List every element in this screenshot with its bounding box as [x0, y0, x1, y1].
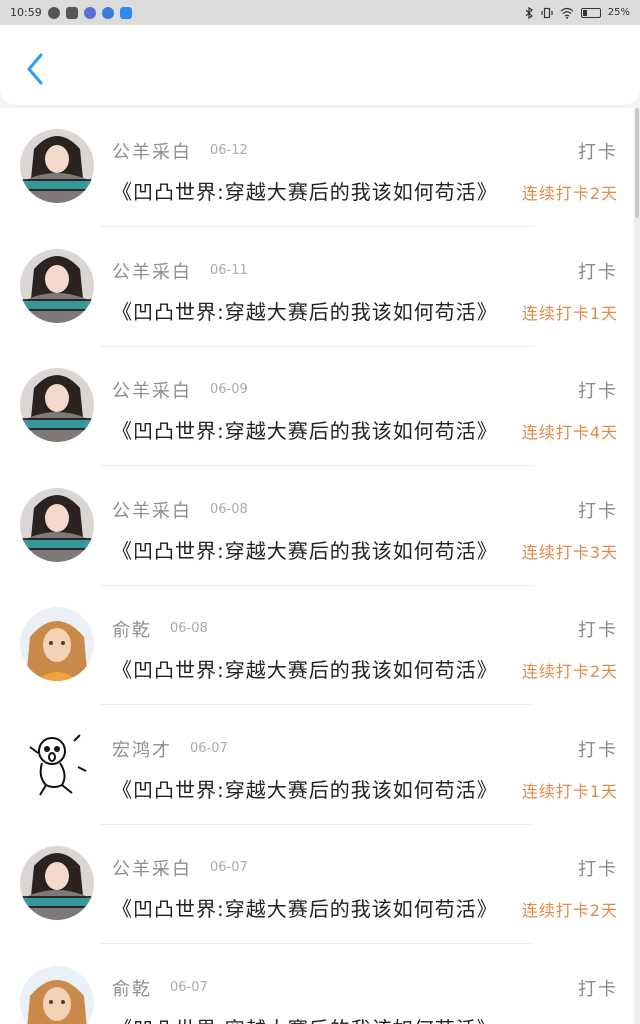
scrollbar[interactable]: [634, 108, 640, 1024]
status-right: 25%: [525, 6, 630, 19]
header: [0, 25, 640, 105]
app-notification-icon: [101, 6, 114, 19]
checkin-row[interactable]: 公羊采白 06-08 打卡《凹凸世界:穿越大赛后的我该如何苟活》 连续打卡3天: [0, 467, 634, 586]
status-time: 10:59: [10, 6, 42, 19]
user-name[interactable]: 公羊采白: [112, 497, 192, 523]
streak-badge: 连续打卡3天: [521, 542, 618, 562]
checkin-action-label: 打卡: [578, 978, 618, 1000]
user-avatar[interactable]: [20, 965, 94, 1024]
checkin-action-label: 打卡: [578, 620, 618, 641]
chevron-left-icon: [27, 53, 43, 85]
user-avatar[interactable]: [20, 129, 94, 203]
checkin-date: 06-11: [210, 262, 248, 278]
back-button[interactable]: [20, 51, 50, 87]
bluetooth-icon: [525, 6, 533, 19]
checkin-row[interactable]: 公羊采白 06-07 打卡《凹凸世界:穿越大赛后的我该如何苟活》 连续打卡2天: [0, 825, 634, 944]
checkin-row[interactable]: 公羊采白 06-09 打卡《凹凸世界:穿越大赛后的我该如何苟活》 连续打卡4天: [0, 347, 634, 466]
message-icon: [65, 6, 78, 19]
streak-badge: 连续打卡2天: [521, 901, 618, 920]
battery-percent: 25%: [607, 7, 630, 18]
book-title[interactable]: 《凹凸世界:穿越大赛后的我该如何苟活》: [112, 654, 512, 683]
checkin-row[interactable]: 公羊采白 06-11 打卡《凹凸世界:穿越大赛后的我该如何苟活》 连续打卡1天: [0, 228, 634, 347]
user-avatar[interactable]: [20, 607, 94, 681]
checkin-date: 06-08: [210, 501, 248, 517]
book-title[interactable]: 《凹凸世界:穿越大赛后的我该如何苟活》: [112, 1013, 512, 1024]
vibrate-icon: [541, 7, 553, 18]
checkin-action-label: 打卡: [578, 739, 618, 761]
wechat-icon: [47, 6, 60, 19]
user-name[interactable]: 公羊采白: [112, 855, 192, 881]
checkin-date: 06-09: [210, 382, 248, 397]
checkin-action-label: 打卡: [578, 142, 618, 163]
book-title[interactable]: 《凹凸世界:穿越大赛后的我该如何苟活》: [112, 176, 512, 205]
status-bar: 10:59 25%: [0, 0, 640, 25]
book-title[interactable]: 《凹凸世界:穿越大赛后的我该如何苟活》: [112, 296, 512, 325]
streak-badge: 连续打卡1天: [521, 303, 618, 323]
wifi-icon: [560, 7, 574, 19]
scrollbar-thumb[interactable]: [635, 108, 639, 218]
checkin-row[interactable]: 俞乾 06-07 打卡《凹凸世界:穿越大赛后的我该如何苟活》: [0, 945, 634, 1024]
checkin-date: 06-12: [210, 143, 248, 158]
checkin-date: 06-07: [170, 979, 208, 995]
checkin-date: 06-07: [210, 860, 248, 875]
checkin-list[interactable]: 公羊采白 06-12 打卡 《凹凸世界:穿越大赛后的我该如何苟活》 连续打卡2天 公羊采白…: [0, 108, 634, 1024]
user-avatar[interactable]: [20, 487, 94, 562]
checkin-row[interactable]: 俞乾 06-08 打卡《凹凸世界:穿越大赛后的我该如何苟活》 连续打卡2天: [0, 586, 634, 705]
checkin-action-label: 打卡: [578, 381, 618, 402]
app-notification-icon: [119, 6, 132, 19]
user-name[interactable]: 公羊采白: [112, 258, 192, 284]
checkin-row[interactable]: 公羊采白 06-12 打卡《凹凸世界:穿越大赛后的我该如何苟活》 连续打卡2天: [0, 108, 634, 227]
user-name[interactable]: 俞乾: [112, 975, 152, 1001]
user-avatar[interactable]: [20, 248, 94, 323]
book-title[interactable]: 《凹凸世界:穿越大赛后的我该如何苟活》: [112, 893, 512, 922]
streak-badge: 连续打卡1天: [521, 781, 618, 801]
user-name[interactable]: 公羊采白: [112, 138, 192, 164]
user-name[interactable]: 俞乾: [112, 616, 152, 642]
book-title[interactable]: 《凹凸世界:穿越大赛后的我该如何苟活》: [112, 535, 512, 564]
checkin-action-label: 打卡: [578, 500, 618, 522]
book-title[interactable]: 《凹凸世界:穿越大赛后的我该如何苟活》: [112, 415, 512, 444]
streak-badge: 连续打卡2天: [521, 184, 618, 203]
streak-badge: 连续打卡4天: [521, 423, 618, 442]
app-notification-icon: [83, 6, 96, 19]
checkin-action-label: 打卡: [578, 859, 618, 880]
checkin-date: 06-08: [170, 621, 208, 636]
checkin-action-label: 打卡: [578, 261, 618, 283]
status-left: 10:59: [10, 6, 132, 19]
user-name[interactable]: 宏鸿才: [112, 736, 172, 762]
checkin-date: 06-07: [190, 740, 228, 756]
user-avatar[interactable]: [20, 368, 94, 442]
user-avatar[interactable]: [20, 726, 94, 801]
user-name[interactable]: 公羊采白: [112, 377, 192, 403]
streak-badge: 连续打卡2天: [521, 662, 618, 681]
book-title[interactable]: 《凹凸世界:穿越大赛后的我该如何苟活》: [112, 774, 512, 803]
user-avatar[interactable]: [20, 846, 94, 920]
battery-icon: [580, 7, 601, 18]
checkin-row[interactable]: 宏鸿才 06-07 打卡《凹凸世界:穿越大赛后的我该如何苟活》 连续打卡1天: [0, 706, 634, 825]
